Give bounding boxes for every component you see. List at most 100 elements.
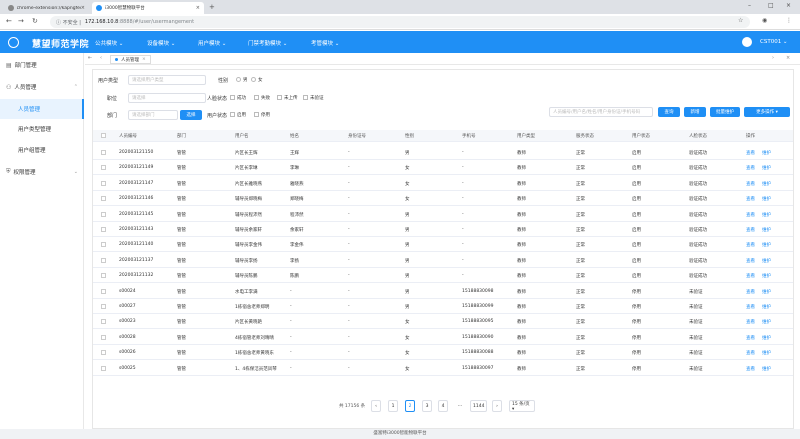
forward-icon[interactable]: → — [18, 17, 24, 25]
edit-link[interactable]: 维护 — [762, 289, 771, 295]
row-checkbox[interactable] — [101, 304, 106, 309]
menu-dorm[interactable]: 考管模块 ⌄ — [311, 39, 339, 47]
row-checkbox[interactable] — [101, 319, 106, 325]
view-link[interactable]: 查看 — [746, 165, 755, 171]
page-button[interactable]: 1144 — [470, 400, 488, 412]
sidebar-item-permission[interactable]: ⛨ 权限管理 ⌄ — [0, 162, 84, 182]
menu-user[interactable]: 用户模块 ⌄ — [198, 39, 226, 47]
next-page-button[interactable]: › — [492, 400, 502, 412]
edit-link[interactable]: 维护 — [762, 212, 771, 218]
menu-public[interactable]: 公共模块 ⌄ — [95, 39, 123, 47]
edit-link[interactable]: 维护 — [762, 319, 771, 325]
table-row[interactable] — [93, 345, 793, 361]
sidebar-item-people[interactable]: ⚇ 人员管理 ⌃ — [0, 77, 84, 97]
row-checkbox[interactable] — [101, 150, 106, 155]
row-checkbox[interactable] — [101, 227, 106, 232]
row-checkbox[interactable] — [101, 211, 106, 217]
edit-link[interactable]: 维护 — [762, 196, 771, 202]
tab-scroll-left-icon[interactable]: ‹ — [100, 55, 102, 61]
status-enabled-checkbox[interactable] — [230, 112, 235, 117]
table-row[interactable] — [93, 314, 793, 330]
view-link[interactable]: 查看 — [746, 289, 755, 295]
view-link[interactable]: 查看 — [746, 258, 755, 264]
view-link[interactable]: 查看 — [746, 242, 755, 248]
prev-page-button[interactable]: ‹ — [371, 400, 381, 412]
page-button[interactable]: 3 — [422, 400, 432, 412]
page-button[interactable]: ··· — [455, 400, 465, 412]
close-tab-icon[interactable]: × — [196, 5, 200, 11]
edit-link[interactable]: 维护 — [762, 242, 771, 248]
dept-input[interactable]: 请选择部门 — [128, 110, 178, 120]
select-dept-button[interactable]: 选择 — [180, 110, 202, 120]
edit-link[interactable]: 维护 — [762, 366, 771, 372]
view-link[interactable]: 查看 — [746, 350, 755, 356]
edit-link[interactable]: 维护 — [762, 165, 771, 171]
row-checkbox[interactable] — [101, 365, 106, 371]
maximize-icon[interactable]: □ — [768, 2, 774, 9]
minimize-icon[interactable]: – — [748, 2, 751, 9]
browser-menu-icon[interactable]: ⋮ — [786, 17, 792, 24]
page-size-select[interactable]: 15 条/页 ▾ — [509, 400, 535, 412]
batch-maintain-button[interactable]: 批量维护 — [710, 107, 740, 117]
edit-link[interactable]: 维护 — [762, 258, 771, 264]
view-link[interactable]: 查看 — [746, 319, 755, 325]
search-input[interactable]: 人员编号/用户名/姓名/用户身份证/手机号码 — [549, 107, 653, 117]
view-link[interactable]: 查看 — [746, 304, 755, 310]
table-row[interactable] — [93, 284, 793, 299]
new-tab-button[interactable]: + — [209, 3, 215, 11]
view-link[interactable]: 查看 — [746, 335, 755, 341]
edit-link[interactable]: 维护 — [762, 335, 771, 341]
user-menu[interactable]: CST001 ⌄ — [760, 39, 788, 45]
row-checkbox[interactable] — [101, 242, 106, 248]
row-checkbox[interactable] — [101, 196, 106, 202]
close-all-tabs-icon[interactable]: × — [786, 55, 790, 61]
table-row[interactable] — [93, 145, 793, 160]
add-button[interactable]: 新增 — [684, 107, 706, 117]
table-row[interactable] — [93, 361, 793, 376]
table-row[interactable] — [93, 222, 793, 237]
edit-link[interactable]: 维护 — [762, 273, 771, 279]
sidebar-sub-people[interactable]: 人员管理 — [0, 99, 84, 119]
menu-device[interactable]: 设备模块 ⌄ — [147, 39, 175, 47]
status-disabled-checkbox[interactable] — [254, 112, 259, 117]
address-bar[interactable]: ⓘ 不安全 | 172.168.10.8 :8888/#/user/userma… — [50, 16, 750, 28]
table-row[interactable] — [93, 237, 793, 253]
sidebar-item-dept[interactable]: ▤ 部门管理 — [0, 55, 84, 75]
table-row[interactable] — [93, 253, 793, 268]
reload-icon[interactable]: ↻ — [32, 17, 38, 25]
browser-tab-1[interactable]: chrome-extension://kapngfed × — [4, 2, 89, 14]
close-tab-icon[interactable]: × — [81, 5, 85, 11]
table-row[interactable] — [93, 330, 793, 345]
close-icon[interactable]: × — [142, 57, 146, 62]
edit-link[interactable]: 维护 — [762, 227, 771, 233]
view-link[interactable]: 查看 — [746, 273, 755, 279]
row-checkbox[interactable] — [101, 334, 106, 340]
page-button[interactable]: 4 — [438, 400, 448, 412]
sidebar-sub-usergroup[interactable]: 用户组管理 — [0, 140, 84, 160]
view-link[interactable]: 查看 — [746, 196, 755, 202]
close-window-icon[interactable]: × — [786, 2, 791, 9]
row-checkbox[interactable] — [101, 180, 106, 186]
star-icon[interactable]: ☆ — [738, 17, 743, 24]
query-button[interactable]: 查询 — [658, 107, 680, 117]
page-button[interactable]: 2 — [405, 400, 415, 412]
position-select[interactable]: 请选择 — [128, 93, 206, 103]
gender-female-radio[interactable] — [251, 77, 256, 82]
face-unverified-checkbox[interactable] — [303, 95, 308, 100]
tab-people-management[interactable]: 人员管理 × — [110, 55, 151, 64]
select-all-checkbox[interactable] — [101, 133, 106, 138]
view-link[interactable]: 查看 — [746, 181, 755, 187]
face-fail-checkbox[interactable] — [254, 95, 259, 100]
view-link[interactable]: 查看 — [746, 227, 755, 233]
more-actions-button[interactable]: 更多操作 ▾ — [744, 107, 790, 117]
view-link[interactable]: 查看 — [746, 366, 755, 372]
row-checkbox[interactable] — [101, 257, 106, 263]
user-type-select[interactable]: 请选择用户类型 — [128, 75, 206, 85]
back-icon[interactable]: ← — [6, 17, 12, 25]
profile-icon[interactable]: ◉ — [762, 17, 767, 24]
table-row[interactable] — [93, 176, 793, 191]
view-link[interactable]: 查看 — [746, 212, 755, 218]
menu-access[interactable]: 门禁考勤模块 ⌄ — [248, 39, 287, 47]
face-success-checkbox[interactable] — [230, 95, 235, 100]
collapse-sidebar-icon[interactable]: ⇤ — [88, 55, 92, 61]
